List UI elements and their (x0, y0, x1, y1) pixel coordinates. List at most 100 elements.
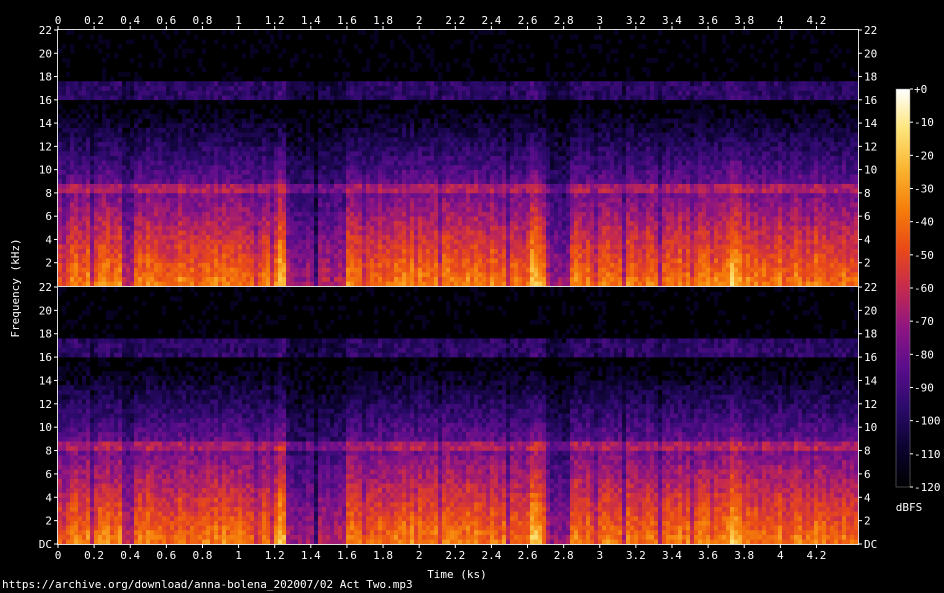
spectrogram-cell (318, 234, 323, 240)
spectrogram-cell (118, 206, 123, 212)
spectrogram-cell (470, 206, 475, 212)
spectrogram-cell (426, 267, 431, 273)
spectrogram-cell (298, 95, 303, 101)
spectrogram-cell (398, 220, 403, 226)
spectrogram-cell (82, 253, 87, 259)
spectrogram-cell (70, 155, 75, 161)
spectrogram-cell (422, 137, 427, 142)
spectrogram-cell (390, 132, 395, 138)
spectrogram-cell (102, 99, 107, 105)
spectrogram-cell (230, 188, 235, 194)
spectrogram-cell (310, 216, 315, 222)
spectrogram-cell (270, 276, 275, 282)
spectrogram-cell (498, 178, 503, 184)
spectrogram-cell (390, 183, 395, 189)
spectrogram-cell (370, 151, 375, 156)
spectrogram-cell (302, 216, 307, 222)
spectrogram-cell (522, 118, 527, 124)
spectrogram-cell (282, 211, 287, 217)
spectrogram-cell (306, 206, 311, 212)
spectrogram-cell (354, 85, 359, 91)
spectrogram-cell (390, 95, 395, 101)
spectrogram-cell (210, 141, 215, 147)
spectrogram-cell (146, 220, 151, 226)
spectrogram-cell (150, 95, 155, 101)
spectrogram-cell (78, 95, 83, 101)
spectrogram-cell (110, 81, 115, 87)
spectrogram-cell (322, 118, 327, 124)
spectrogram-cell (190, 178, 195, 184)
spectrogram-cell (298, 183, 303, 189)
spectrogram-cell (166, 113, 171, 119)
spectrogram-cell (454, 178, 459, 184)
spectrogram-cell (398, 244, 403, 250)
spectrogram-cell (318, 151, 323, 156)
spectrogram-cell (194, 276, 199, 282)
spectrogram-cell (498, 81, 503, 87)
spectrogram-cell (114, 137, 119, 142)
spectrogram-cell (70, 151, 75, 156)
spectrogram-cell (162, 90, 167, 96)
spectrogram-cell (114, 197, 119, 203)
spectrogram-cell (86, 216, 91, 222)
spectrogram-cell (342, 197, 347, 203)
spectrogram-cell (514, 197, 519, 203)
spectrogram-cell (78, 192, 83, 198)
spectrogram-cell (470, 137, 475, 142)
spectrogram-cell (186, 239, 191, 245)
spectrogram-cell (122, 160, 127, 166)
spectrogram-cell (470, 30, 475, 35)
spectrogram-cell (422, 132, 427, 138)
spectrogram-cell (234, 192, 239, 198)
spectrogram-cell (254, 267, 259, 273)
spectrogram-cell (394, 151, 399, 156)
spectrogram-cell (282, 239, 287, 245)
spectrogram-cell (438, 258, 443, 264)
spectrogram-cell (486, 132, 491, 138)
spectrogram-cell (118, 183, 123, 189)
spectrogram-cell (138, 127, 143, 133)
spectrogram-cell (138, 253, 143, 259)
spectrogram-cell (478, 95, 483, 101)
spectrogram-cell (398, 216, 403, 222)
spectrogram-cell (410, 85, 415, 91)
spectrogram-cell (138, 132, 143, 138)
spectrogram-cell (222, 206, 227, 212)
spectrogram-cell (222, 230, 227, 236)
spectrogram-cell (370, 206, 375, 212)
spectrogram-cell (202, 160, 207, 166)
spectrogram-cell (138, 281, 143, 286)
spectrogram-cell (410, 53, 415, 59)
spectrogram-cell (266, 146, 271, 152)
spectrogram-cell (226, 230, 231, 236)
spectrogram-cell (86, 192, 91, 198)
spectrogram-cell (354, 234, 359, 240)
spectrogram-cell (414, 220, 419, 226)
spectrogram-cell (382, 178, 387, 184)
spectrogram-cell (238, 202, 243, 208)
spectrogram-cell (146, 132, 151, 138)
spectrogram-cell (198, 281, 203, 286)
spectrogram-cell (494, 267, 499, 273)
spectrogram-cell (290, 281, 295, 286)
spectrogram-cell (454, 258, 459, 264)
spectrogram-cell (74, 95, 79, 101)
spectrogram-cell (378, 67, 383, 73)
spectrogram-cell (266, 178, 271, 184)
spectrogram-cell (290, 155, 295, 161)
spectrogram-cell (474, 178, 479, 184)
spectrogram-cell (374, 141, 379, 147)
spectrogram-cell (198, 151, 203, 156)
spectrogram-cell (122, 234, 127, 240)
spectrogram-cell (194, 123, 199, 129)
spectrogram-cell (514, 174, 519, 180)
spectrogram-cell (326, 258, 331, 264)
spectrogram-cell (406, 178, 411, 184)
spectrogram-cell (422, 123, 427, 129)
spectrogram-cell (510, 206, 515, 212)
spectrogram-cell (130, 146, 135, 152)
spectrogram-cell (438, 146, 443, 152)
spectrogram-cell (110, 178, 115, 184)
spectrogram-cell (170, 230, 175, 236)
spectrogram-cell (462, 225, 467, 231)
